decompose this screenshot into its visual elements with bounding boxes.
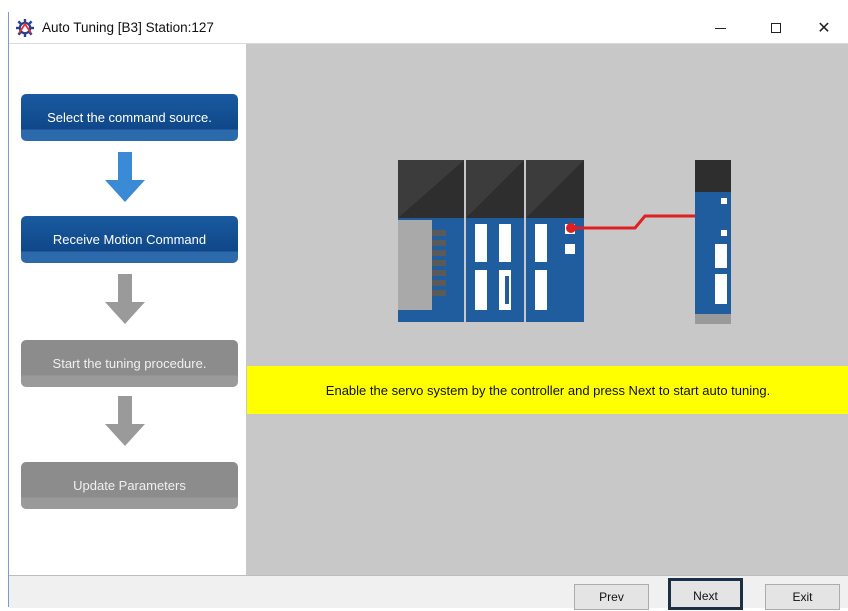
servo-drive-illustration [695, 160, 731, 324]
connection-cable [571, 214, 711, 230]
step-update-parameters: Update Parameters [21, 462, 238, 509]
content-area: Enable the servo system by the controlle… [247, 44, 848, 575]
close-icon: ✕ [817, 19, 831, 37]
instruction-message: Enable the servo system by the controlle… [247, 366, 848, 414]
window-title: Auto Tuning [B3] Station:127 [42, 20, 214, 35]
down-arrow-icon [105, 274, 145, 324]
down-arrow-icon [105, 396, 145, 446]
auto-tuning-window: Auto Tuning [B3] Station:127 ✕ Select th… [8, 12, 848, 610]
next-button[interactable]: Next [668, 578, 743, 610]
title-bar[interactable]: Auto Tuning [B3] Station:127 ✕ [9, 12, 848, 44]
step-select-command-source: Select the command source. [21, 94, 238, 141]
minimize-button[interactable] [697, 12, 743, 43]
exit-button[interactable]: Exit [765, 584, 840, 610]
minimize-icon [714, 28, 726, 29]
steps-panel: Select the command source. Receive Motio… [9, 44, 247, 575]
maximize-button[interactable] [753, 12, 799, 43]
close-button[interactable]: ✕ [801, 12, 847, 43]
controller-servo-diagram [398, 160, 731, 324]
button-bar: Prev Next Exit [9, 575, 848, 610]
step-start-tuning: Start the tuning procedure. [21, 340, 238, 387]
plc-controller-illustration [398, 160, 584, 322]
down-arrow-icon [105, 152, 145, 202]
prev-button[interactable]: Prev [574, 584, 649, 610]
step-receive-motion-command: Receive Motion Command [21, 216, 238, 263]
maximize-icon [771, 22, 781, 33]
gear-tuning-icon [16, 19, 34, 37]
